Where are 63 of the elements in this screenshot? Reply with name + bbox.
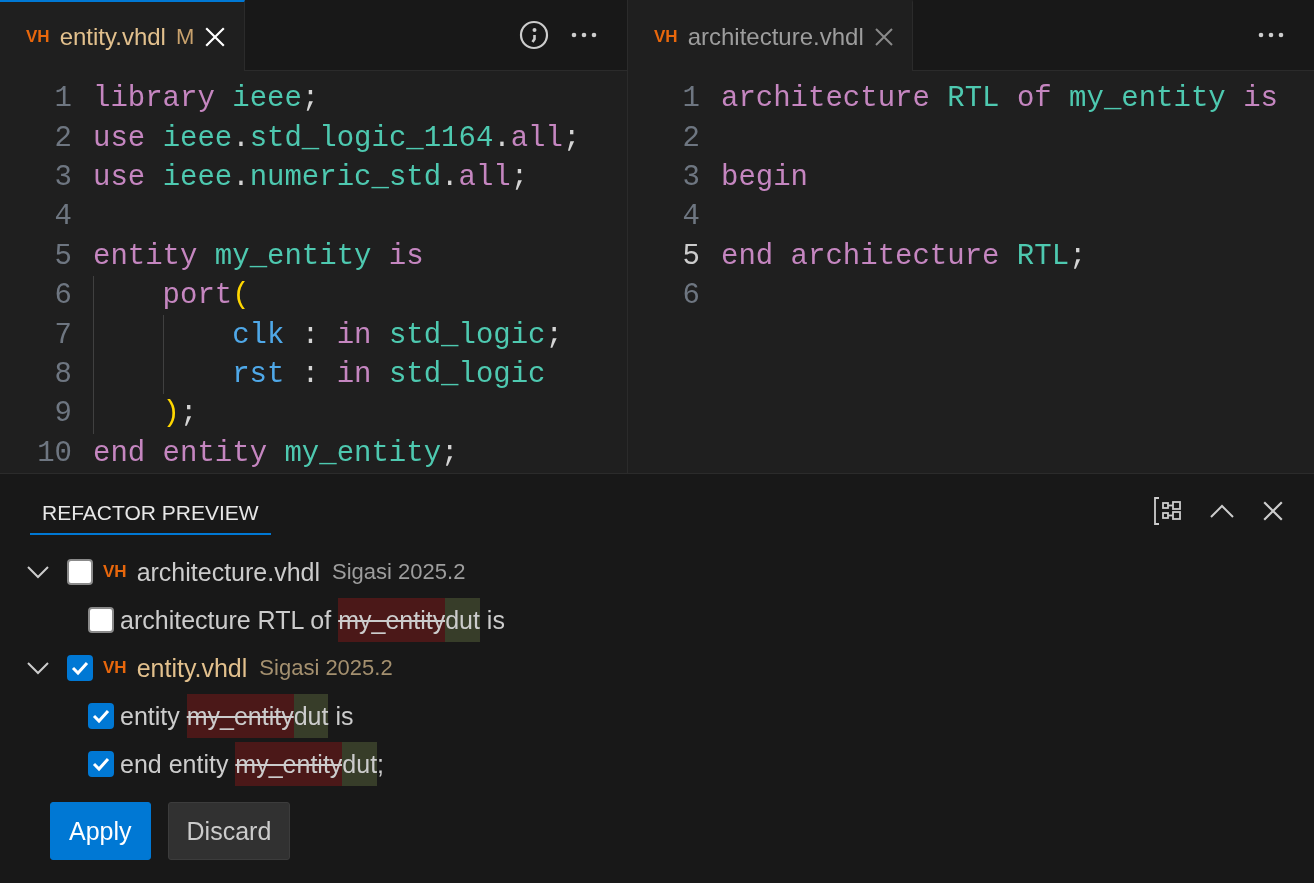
- panel-tab[interactable]: REFACTOR PREVIEW: [30, 493, 271, 535]
- code-line: clk : in std_logic;: [232, 317, 563, 354]
- checkbox[interactable]: [88, 751, 114, 777]
- file-description: Sigasi 2025.2: [332, 559, 466, 585]
- line-number: 1: [53, 82, 73, 116]
- code-line: port(: [162, 278, 250, 315]
- tab-label: entity.vhdl: [59, 22, 166, 51]
- code-line: use ieee.numeric_std.all;: [93, 159, 529, 196]
- change-text[interactable]: end entity my_entitydut;: [120, 742, 385, 786]
- chevron-down-icon[interactable]: [27, 565, 49, 579]
- discard-button[interactable]: Discard: [167, 802, 291, 860]
- line-number: 1: [681, 82, 701, 116]
- check-icon: [92, 756, 110, 772]
- line-number: 7: [53, 318, 73, 352]
- editor-tab[interactable]: VH entity.vhdl M: [0, 0, 246, 71]
- code-line: end architecture RTL;: [721, 238, 1087, 275]
- more-icon[interactable]: [1258, 32, 1284, 38]
- apply-button[interactable]: Apply: [50, 802, 151, 860]
- modified-indicator: M: [175, 23, 195, 50]
- check-icon: [92, 708, 110, 724]
- code-line: architecture RTL of my_entity is: [721, 81, 1278, 118]
- line-number: 3: [681, 160, 701, 194]
- more-icon[interactable]: [571, 32, 597, 38]
- line-number: 5: [53, 239, 73, 273]
- code-line: rst : in std_logic: [232, 356, 546, 393]
- line-number: 4: [681, 200, 701, 234]
- line-number: 3: [53, 160, 73, 194]
- code-line: library ieee;: [93, 81, 320, 118]
- code-line: end entity my_entity;: [93, 435, 459, 472]
- file-description: Sigasi 2025.2: [259, 655, 393, 681]
- line-number: 2: [681, 121, 701, 155]
- checkbox[interactable]: [67, 559, 93, 585]
- file-type-label: VH: [103, 562, 127, 582]
- checkbox[interactable]: [88, 703, 114, 729]
- code-line: use ieee.std_logic_1164.all;: [93, 120, 581, 157]
- tab-label: architecture.vhdl: [687, 22, 864, 51]
- checkbox[interactable]: [67, 655, 93, 681]
- group-icon[interactable]: [1154, 497, 1182, 525]
- file-name[interactable]: entity.vhdl: [136, 653, 248, 683]
- editor-tab[interactable]: VH architecture.vhdl: [628, 0, 913, 71]
- line-number: 6: [681, 279, 701, 313]
- code-line: entity my_entity is: [93, 238, 424, 275]
- line-number: 2: [53, 121, 73, 155]
- change-text[interactable]: architecture RTL of my_entitydut is: [120, 598, 505, 642]
- file-type-label: VH: [103, 658, 127, 678]
- code-line: );: [162, 396, 198, 433]
- line-number: 10: [36, 436, 73, 470]
- file-type-label: VH: [26, 26, 50, 47]
- line-number: 9: [53, 397, 73, 431]
- info-icon[interactable]: [519, 20, 549, 50]
- file-type-label: VH: [654, 26, 678, 47]
- check-icon: [71, 660, 89, 676]
- checkbox[interactable]: [88, 607, 114, 633]
- line-number: 4: [53, 200, 73, 234]
- change-text[interactable]: entity my_entitydut is: [120, 694, 354, 738]
- code-line: begin: [721, 159, 808, 196]
- line-number: 6: [53, 279, 73, 313]
- file-name[interactable]: architecture.vhdl: [136, 557, 321, 587]
- chevron-up-icon[interactable]: [1210, 504, 1234, 518]
- close-icon[interactable]: [1262, 500, 1284, 522]
- line-number: 8: [53, 357, 73, 391]
- line-number: 5: [681, 239, 701, 273]
- chevron-down-icon[interactable]: [27, 661, 49, 675]
